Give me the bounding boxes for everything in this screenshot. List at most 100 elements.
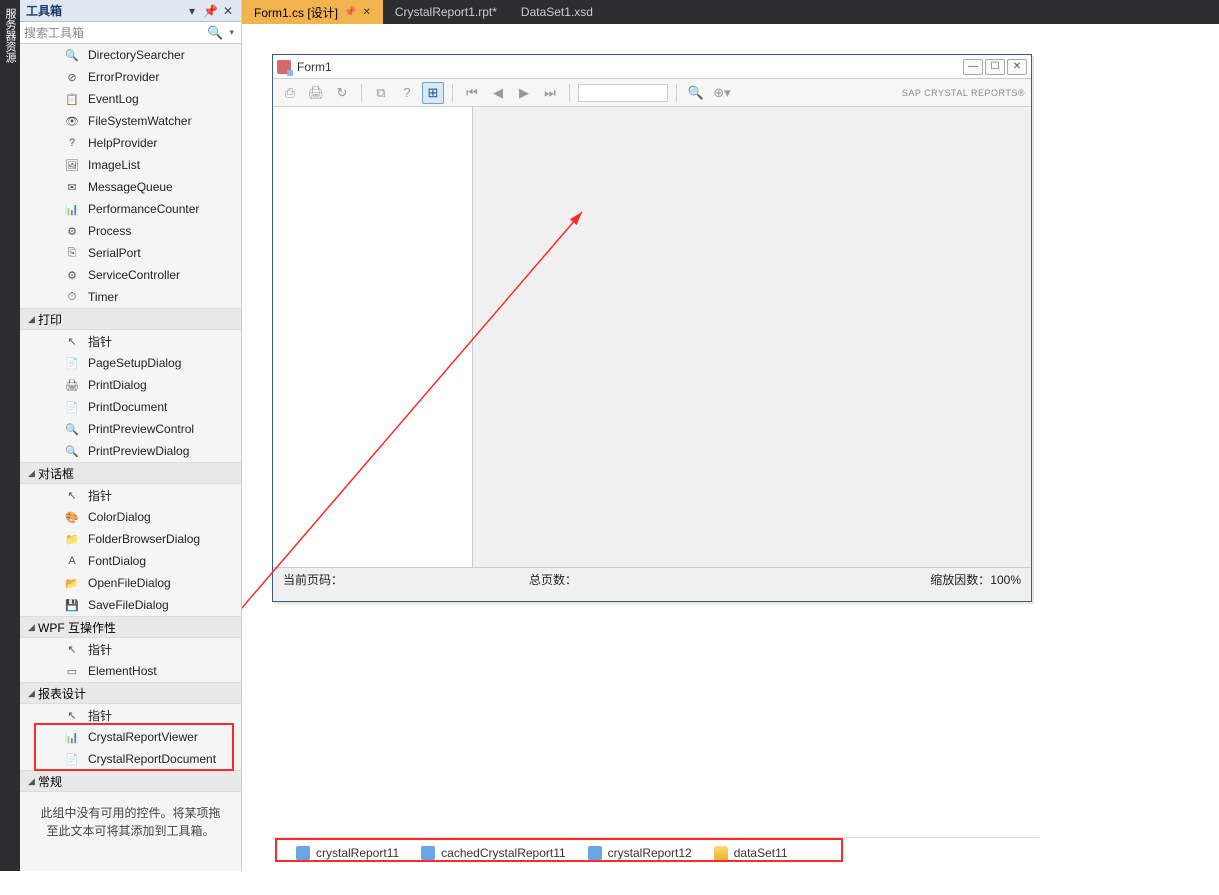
toolbox-item[interactable]: 📊CrystalReportViewer — [20, 726, 241, 748]
tray-item-label: cachedCrystalReport11 — [441, 846, 566, 860]
toolbox-item-label: 指针 — [88, 333, 112, 350]
pin-icon[interactable]: 📌 — [344, 7, 356, 18]
toolbox-item[interactable]: 🎨 ColorDialog — [20, 506, 241, 528]
tab-label: CrystalReport1.rpt* — [395, 5, 497, 19]
toolbox-item[interactable]: 👁FileSystemWatcher — [20, 110, 241, 132]
toolbox-item[interactable]: 📋EventLog — [20, 88, 241, 110]
toolbox-group[interactable]: ◢常规 — [20, 770, 241, 792]
pin-icon[interactable]: 📌 — [203, 4, 217, 18]
report-statusbar: 当前页码： 总页数： 缩放因数：100% — [273, 567, 1031, 591]
nav-first-icon[interactable]: ⏮ — [461, 82, 483, 104]
export-icon[interactable]: ⎙ — [279, 82, 301, 104]
toolbox-item[interactable]: ↖指针 — [20, 638, 241, 660]
print-icon[interactable]: 🖨 — [305, 82, 327, 104]
toolbox-item[interactable]: ⏱Timer — [20, 286, 241, 308]
tray-item-label: crystalReport12 — [608, 846, 692, 860]
toolbox-group[interactable]: ◢对话框 — [20, 462, 241, 484]
toolbox-item-label: 指针 — [88, 487, 112, 504]
minimize-icon[interactable]: — — [963, 59, 983, 75]
toolbox-item[interactable]: 📁FolderBrowserDialog — [20, 528, 241, 550]
nav-prev-icon[interactable]: ◀ — [487, 82, 509, 104]
toolbox-group[interactable]: ◢报表设计 — [20, 682, 241, 704]
toolbox-group[interactable]: ◢打印 — [20, 308, 241, 330]
toolbox-search-input[interactable] — [24, 26, 204, 40]
toolbox-item[interactable]: ↖指针 — [20, 330, 241, 352]
find-icon[interactable]: 🔍 — [685, 82, 707, 104]
search-icon[interactable]: 🔍 — [204, 25, 226, 41]
toolbox-item[interactable]: ✉MessageQueue — [20, 176, 241, 198]
page-input[interactable] — [578, 84, 668, 102]
toolbox-item-label: ColorDialog — [88, 510, 151, 524]
maximize-icon[interactable]: ☐ — [985, 59, 1005, 75]
refresh-icon[interactable]: ↻ — [331, 82, 353, 104]
toolbox-item-label: MessageQueue — [88, 180, 173, 194]
tray-item[interactable]: cachedCrystalReport11 — [421, 846, 566, 860]
win-close-icon[interactable]: ✕ — [1007, 59, 1027, 75]
form-icon — [277, 60, 291, 74]
close-icon[interactable]: ✕ — [221, 4, 235, 18]
tab-close-icon[interactable]: ✕ — [362, 7, 370, 18]
tray-item[interactable]: crystalReport12 — [588, 846, 692, 860]
toolbox-item[interactable]: ⚙ServiceController — [20, 264, 241, 286]
toolbox-item-icon: 🖨 — [64, 377, 80, 393]
dropdown-icon[interactable]: ▾ — [185, 4, 199, 18]
nav-next-icon[interactable]: ▶ — [513, 82, 535, 104]
copy-icon[interactable]: ⧉ — [370, 82, 392, 104]
toolbox-item-icon: A — [64, 553, 80, 569]
search-clear-icon[interactable]: ▾ — [226, 27, 237, 38]
toolbox-item-label: ElementHost — [88, 664, 157, 678]
nav-last-icon[interactable]: ⏭ — [539, 82, 561, 104]
toolbox-item-icon: 📋 — [64, 91, 80, 107]
report-preview-pane[interactable] — [473, 107, 1031, 567]
toolbox-item[interactable]: ↖指针 — [20, 484, 241, 506]
toolbox-item[interactable]: 📄CrystalReportDocument — [20, 748, 241, 770]
document-tabbar: Form1.cs [设计] 📌 ✕ CrystalReport1.rpt* DataSe… — [242, 0, 1219, 24]
tray-item-icon — [588, 846, 602, 860]
toolbox-item-icon: ⚙ — [64, 223, 80, 239]
brand-label: SAP CRYSTAL REPORTS® — [902, 88, 1025, 98]
zoom-icon[interactable]: ⊕▾ — [711, 82, 733, 104]
toolbox-item-label: HelpProvider — [88, 136, 157, 150]
toolbox-item-label: FontDialog — [88, 554, 146, 568]
tray-item-label: dataSet11 — [734, 846, 788, 860]
main-area: Form1.cs [设计] 📌 ✕ CrystalReport1.rpt* DataSe… — [242, 0, 1219, 871]
toolbox-item-icon: 🎨 — [64, 509, 80, 525]
toolbox-item[interactable]: 🖼ImageList — [20, 154, 241, 176]
vertical-tab-server-explorer[interactable]: 服务器资源 — [0, 0, 20, 871]
toolbox-item-label: CrystalReportViewer — [88, 730, 198, 744]
status-page: 当前页码： — [283, 571, 529, 588]
toolbox-item[interactable]: ⎘SerialPort — [20, 242, 241, 264]
document-tab[interactable]: Form1.cs [设计] 📌 ✕ — [242, 0, 383, 24]
toolbox-tree[interactable]: 🔍DirectorySearcher⊘ErrorProvider📋EventLo… — [20, 44, 241, 871]
toolbox-item[interactable]: ⚙Process — [20, 220, 241, 242]
toolbox-item[interactable]: ↖指针 — [20, 704, 241, 726]
tree-toggle-icon[interactable]: ⊞ — [422, 82, 444, 104]
toolbox-item[interactable]: ⊘ErrorProvider — [20, 66, 241, 88]
toolbox-item[interactable]: 🔍DirectorySearcher — [20, 44, 241, 66]
toolbox-item[interactable]: 📄PageSetupDialog — [20, 352, 241, 374]
design-surface[interactable]: Form1 — ☐ ✕ ⎙ 🖨 ↻ ⧉ ? ⊞ ⏮ ◀ ▶ ⏭ — [242, 24, 1219, 871]
tray-item[interactable]: crystalReport11 — [296, 846, 399, 860]
toolbox-item[interactable]: 📄PrintDocument — [20, 396, 241, 418]
toolbox-item[interactable]: 🔍PrintPreviewDialog — [20, 440, 241, 462]
tab-label: Form1.cs [设计] — [254, 4, 338, 21]
toolbox-item-label: PrintDialog — [88, 378, 147, 392]
toolbox-item[interactable]: A FontDialog — [20, 550, 241, 572]
toolbox-item[interactable]: 📊PerformanceCounter — [20, 198, 241, 220]
toolbox-item[interactable]: ?HelpProvider — [20, 132, 241, 154]
tab-label: DataSet1.xsd — [521, 5, 593, 19]
document-tab[interactable]: CrystalReport1.rpt* — [383, 0, 509, 24]
toolbox-item[interactable]: 📂OpenFileDialog — [20, 572, 241, 594]
toolbox-item[interactable]: 💾SaveFileDialog — [20, 594, 241, 616]
report-tree-pane[interactable] — [273, 107, 473, 567]
tray-item-icon — [421, 846, 435, 860]
toolbox-item-icon: 💾 — [64, 597, 80, 613]
tray-item[interactable]: dataSet11 — [714, 846, 788, 860]
document-tab[interactable]: DataSet1.xsd — [509, 0, 605, 24]
toolbox-group[interactable]: ◢WPF 互操作性 — [20, 616, 241, 638]
toolbox-item[interactable]: 🖨 PrintDialog — [20, 374, 241, 396]
toolbox-item[interactable]: ▭ElementHost — [20, 660, 241, 682]
help-icon[interactable]: ? — [396, 82, 418, 104]
toolbox-item-icon: ↖ — [64, 707, 80, 723]
toolbox-item[interactable]: 🔍PrintPreviewControl — [20, 418, 241, 440]
